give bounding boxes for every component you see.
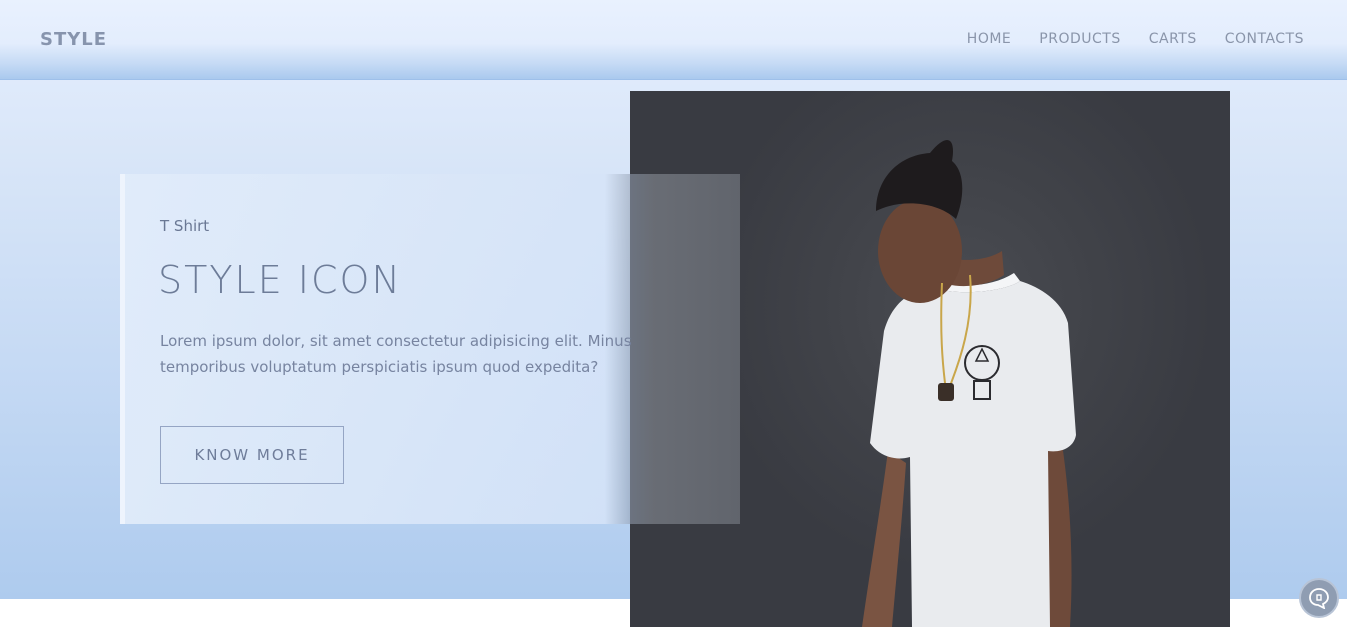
know-more-button[interactable]: KNOW MORE	[160, 426, 344, 484]
nav-link-contacts[interactable]: CONTACTS	[1225, 31, 1304, 47]
chat-bubble-icon	[1309, 588, 1329, 609]
chat-widget-button[interactable]	[1299, 578, 1339, 618]
nav-link-carts[interactable]: CARTS	[1149, 31, 1197, 47]
nav-link-home[interactable]: HOME	[967, 31, 1011, 47]
navbar: STYLE HOME PRODUCTS CARTS CONTACTS	[0, 0, 1347, 80]
product-category: T Shirt	[160, 217, 210, 235]
nav-links: HOME PRODUCTS CARTS CONTACTS	[967, 31, 1304, 47]
hero-description: Lorem ipsum dolor, sit amet consectetur …	[160, 332, 632, 376]
hero-title: STYLE ICON	[158, 258, 402, 302]
nav-link-products[interactable]: PRODUCTS	[1039, 31, 1120, 47]
brand-logo[interactable]: STYLE	[40, 29, 107, 50]
